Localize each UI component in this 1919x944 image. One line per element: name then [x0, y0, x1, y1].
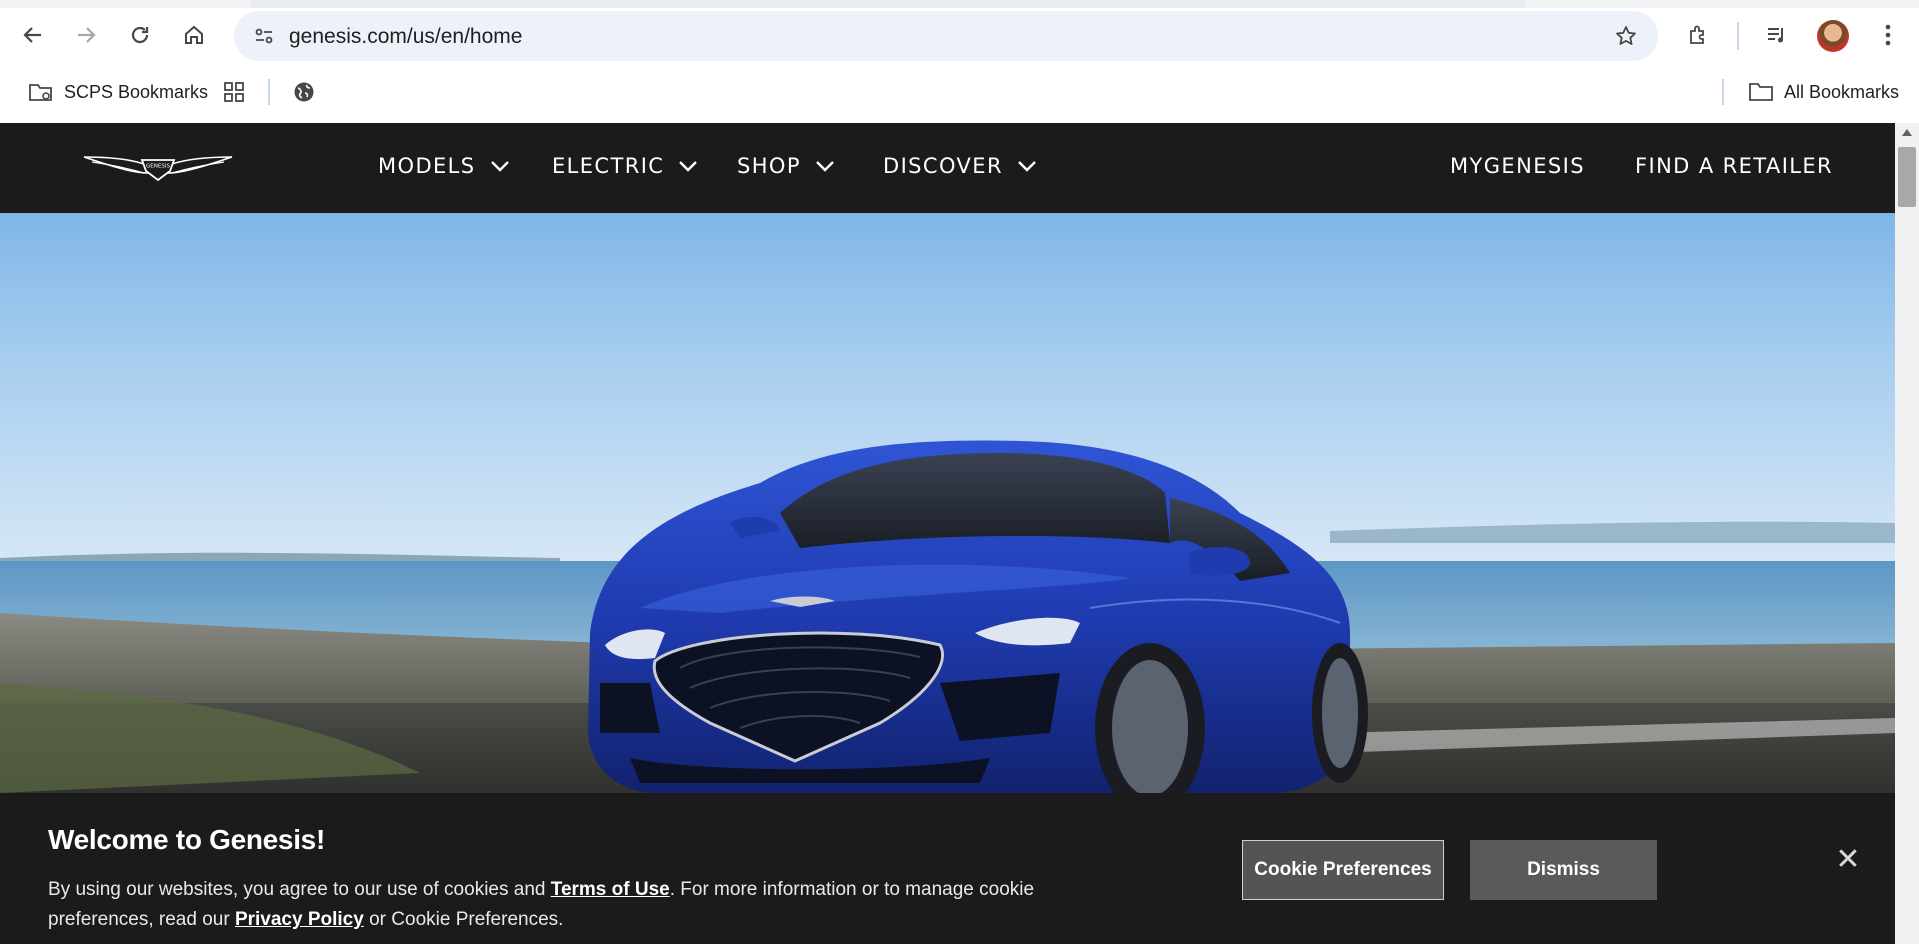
- bookmark-star-icon[interactable]: [1608, 18, 1644, 54]
- globe-bookmark-icon[interactable]: [292, 76, 316, 108]
- cookie-banner: Welcome to Genesis! By using our website…: [0, 793, 1895, 944]
- nav-shop-label: SHOP: [737, 154, 801, 178]
- folder-icon: [1749, 83, 1773, 101]
- chevron-down-icon: [816, 161, 834, 172]
- home-icon[interactable]: [176, 17, 212, 53]
- bookmarks-bar: SCPS Bookmarks All Bookmarks: [0, 63, 1919, 123]
- menu-kebab-icon[interactable]: [1870, 17, 1906, 53]
- dismiss-button[interactable]: Dismiss: [1470, 840, 1657, 900]
- address-bar[interactable]: genesis.com/us/en/home: [234, 11, 1658, 61]
- nav-discover[interactable]: DISCOVER: [883, 154, 1037, 178]
- cookie-preferences-button[interactable]: Cookie Preferences: [1242, 840, 1444, 900]
- nav-shop[interactable]: SHOP: [737, 154, 835, 178]
- back-icon[interactable]: [15, 17, 51, 53]
- media-control-icon[interactable]: [1758, 17, 1794, 53]
- cookie-text-3: or Cookie Preferences.: [363, 909, 564, 930]
- nav-electric[interactable]: ELECTRIC: [552, 154, 698, 178]
- chevron-down-icon: [679, 161, 698, 172]
- nav-mygenesis[interactable]: MYGENESIS: [1450, 154, 1585, 178]
- all-bookmarks-label: All Bookmarks: [1784, 81, 1900, 102]
- hero-image: [0, 213, 1895, 793]
- site-info-icon[interactable]: [246, 18, 282, 54]
- genesis-logo[interactable]: GENESIS: [82, 151, 234, 188]
- bookmark-separator: [268, 79, 270, 105]
- close-icon[interactable]: ✕: [1834, 845, 1862, 875]
- cookie-text-1: By using our websites, you agree to our …: [48, 879, 551, 900]
- hero-car-illustration: [0, 440, 1895, 793]
- terms-of-use-link[interactable]: Terms of Use: [551, 879, 670, 900]
- nav-discover-label: DISCOVER: [883, 154, 1003, 178]
- apps-grid-icon[interactable]: [222, 76, 246, 108]
- chevron-down-icon: [1018, 161, 1036, 172]
- bookmark-separator-right: [1722, 79, 1724, 105]
- all-bookmarks-button[interactable]: All Bookmarks: [1748, 76, 1899, 108]
- reload-icon[interactable]: [122, 17, 158, 53]
- scrollbar-thumb[interactable]: [1898, 147, 1916, 207]
- bookmark-folder-label: SCPS Bookmarks: [64, 81, 209, 102]
- cookie-title: Welcome to Genesis!: [48, 824, 325, 855]
- chevron-down-icon: [490, 161, 509, 172]
- tab-strip-edge: [0, 0, 1919, 8]
- nav-models-label: MODELS: [378, 154, 476, 178]
- nav-electric-label: ELECTRIC: [552, 154, 665, 178]
- forward-icon[interactable]: [68, 17, 104, 53]
- cookie-message: By using our websites, you agree to our …: [48, 875, 1088, 935]
- profile-avatar[interactable]: [1817, 20, 1849, 52]
- nav-find-retailer[interactable]: FIND A RETAILER: [1635, 154, 1833, 178]
- toolbar-separator: [1737, 22, 1739, 50]
- genesis-page: GENESIS MODELS ELECTRIC SHOP DISCOVER MY…: [0, 123, 1895, 944]
- site-navigation: GENESIS MODELS ELECTRIC SHOP DISCOVER MY…: [0, 123, 1895, 213]
- logo-wordmark: GENESIS: [146, 164, 170, 170]
- managed-folder-icon: [29, 84, 52, 101]
- nav-models[interactable]: MODELS: [378, 154, 510, 178]
- privacy-policy-link[interactable]: Privacy Policy: [235, 909, 364, 930]
- url-text[interactable]: genesis.com/us/en/home: [289, 25, 522, 49]
- extensions-icon[interactable]: [1680, 17, 1716, 53]
- bookmark-folder-scps[interactable]: SCPS Bookmarks: [28, 76, 208, 108]
- scroll-up-arrow-icon[interactable]: [1902, 129, 1912, 136]
- browser-toolbar: genesis.com/us/en/home: [0, 8, 1919, 63]
- page-scrollbar[interactable]: [1895, 123, 1919, 944]
